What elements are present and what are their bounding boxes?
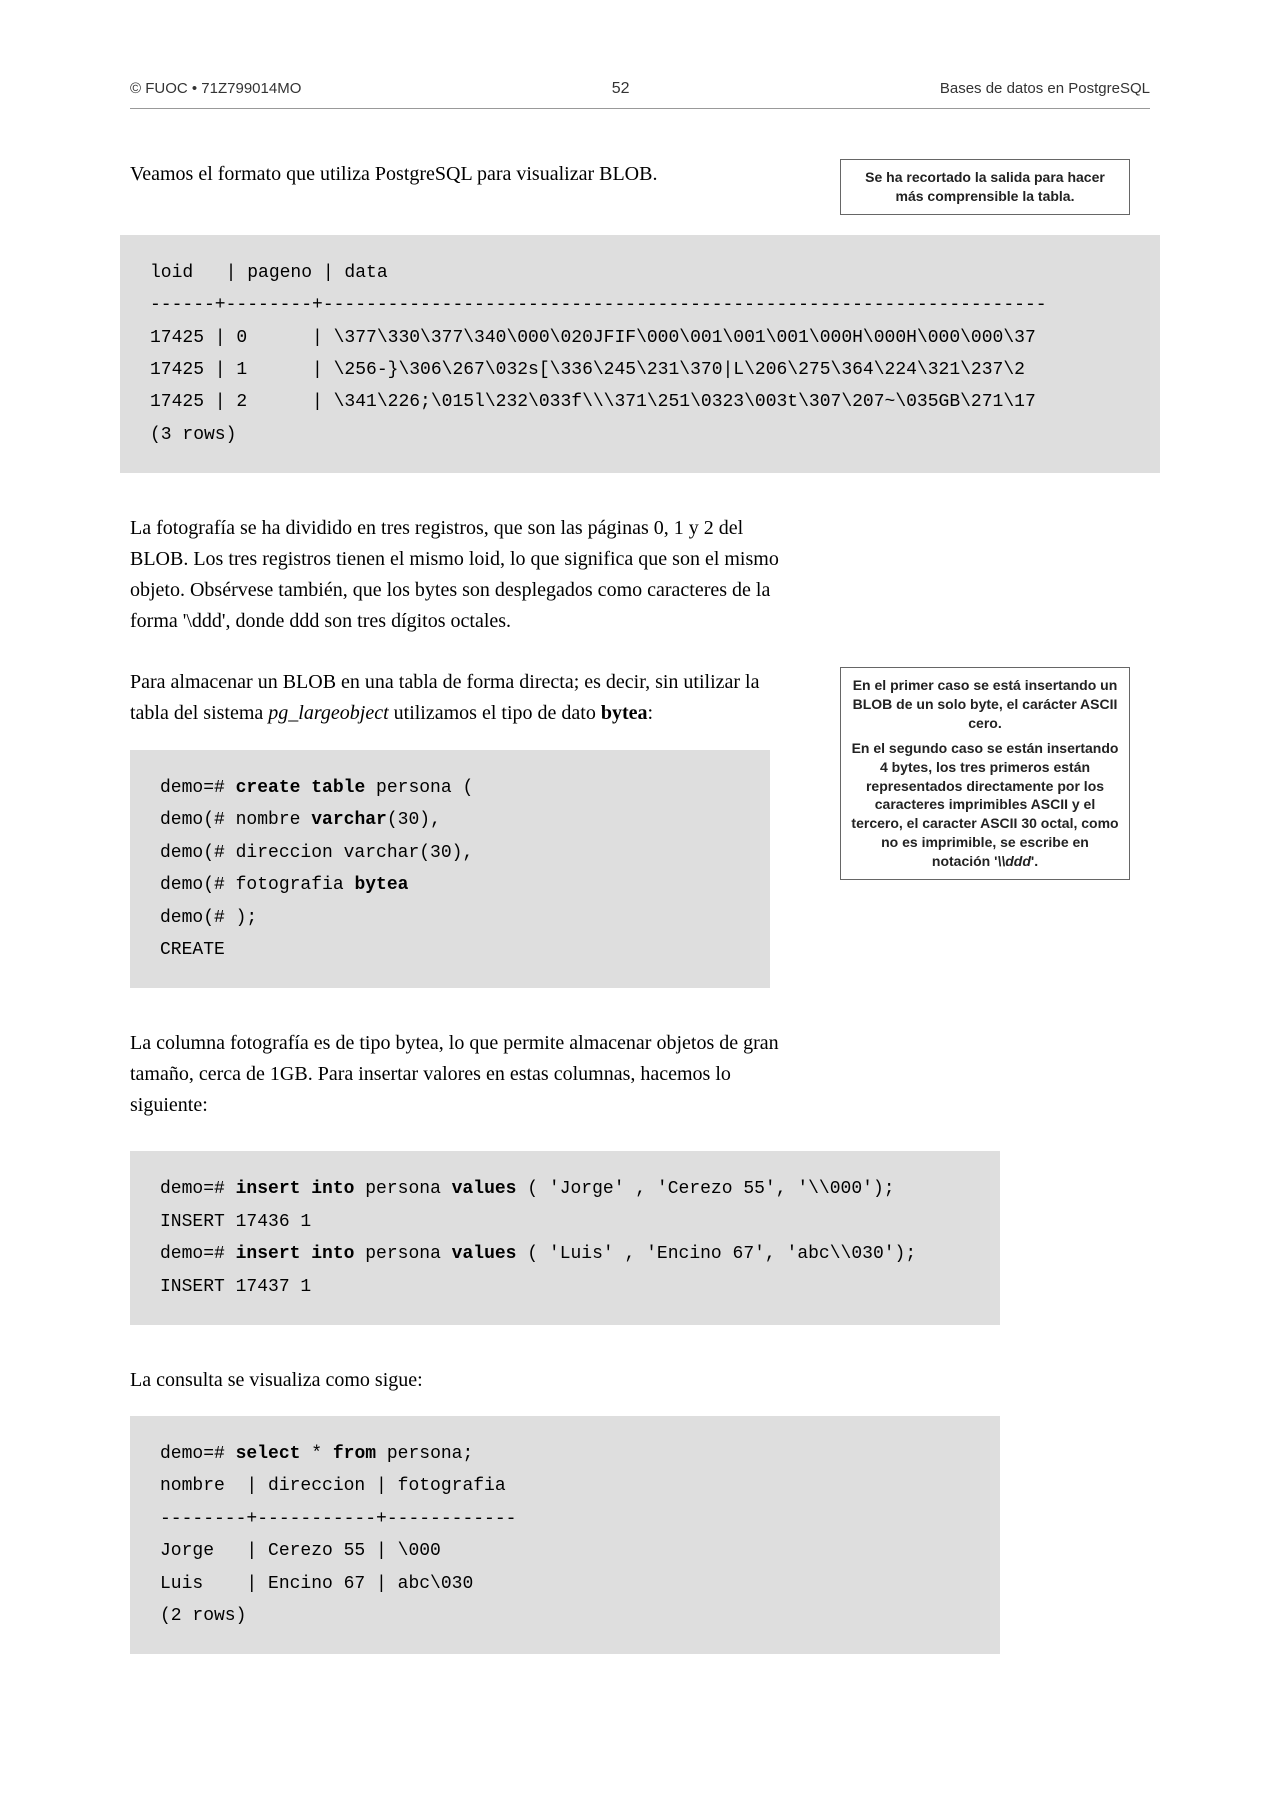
code-block-select: demo=# select * from persona; nombre | d…	[130, 1416, 1000, 1654]
side-note-1-text: Se ha recortado la salida para hacer más…	[851, 168, 1119, 206]
paragraph-4: La columna fotografía es de tipo bytea, …	[130, 1028, 800, 1121]
side-note-2-p1: En el primer caso se está insertando un …	[851, 676, 1119, 733]
code-block-insert: demo=# insert into persona values ( 'Jor…	[130, 1151, 1000, 1325]
intro-row: Veamos el formato que utiliza PostgreSQL…	[130, 159, 1150, 215]
side-note-1: Se ha recortado la salida para hacer más…	[840, 159, 1130, 215]
code-line: 17425 | 0 | \377\330\377\340\000\020JFIF…	[150, 328, 1036, 348]
page-header: © FUOC • 71Z799014MO 52 Bases de datos e…	[130, 80, 1150, 109]
side-note-2-p2: En el segundo caso se están insertando 4…	[851, 739, 1119, 871]
intro-paragraph: Veamos el formato que utiliza PostgreSQL…	[130, 159, 800, 190]
paragraph-2: La fotografía se ha dividido en tres reg…	[130, 513, 800, 637]
header-title: Bases de datos en PostgreSQL	[940, 80, 1150, 97]
code-line: 17425 | 1 | \256-}\306\267\032s[\336\245…	[150, 360, 1025, 380]
code-block-create-table: demo=# create table persona ( demo(# nom…	[130, 750, 770, 988]
page-number: 52	[612, 80, 630, 98]
paragraph-5: La consulta se visualiza como sigue:	[130, 1365, 800, 1396]
code-block-blob-output: loid | pageno | data ------+--------+---…	[120, 235, 1160, 473]
header-copyright: © FUOC • 71Z799014MO	[130, 80, 301, 97]
paragraph-3: Para almacenar un BLOB en una tabla de f…	[130, 667, 800, 729]
code-line: 17425 | 2 | \341\226;\015l\232\033f\\\37…	[150, 392, 1036, 412]
side-note-2: En el primer caso se está insertando un …	[840, 667, 1130, 880]
code-line: ------+--------+------------------------…	[150, 295, 1047, 315]
code-line: (3 rows)	[150, 425, 236, 445]
code-line: loid | pageno | data	[150, 263, 388, 283]
